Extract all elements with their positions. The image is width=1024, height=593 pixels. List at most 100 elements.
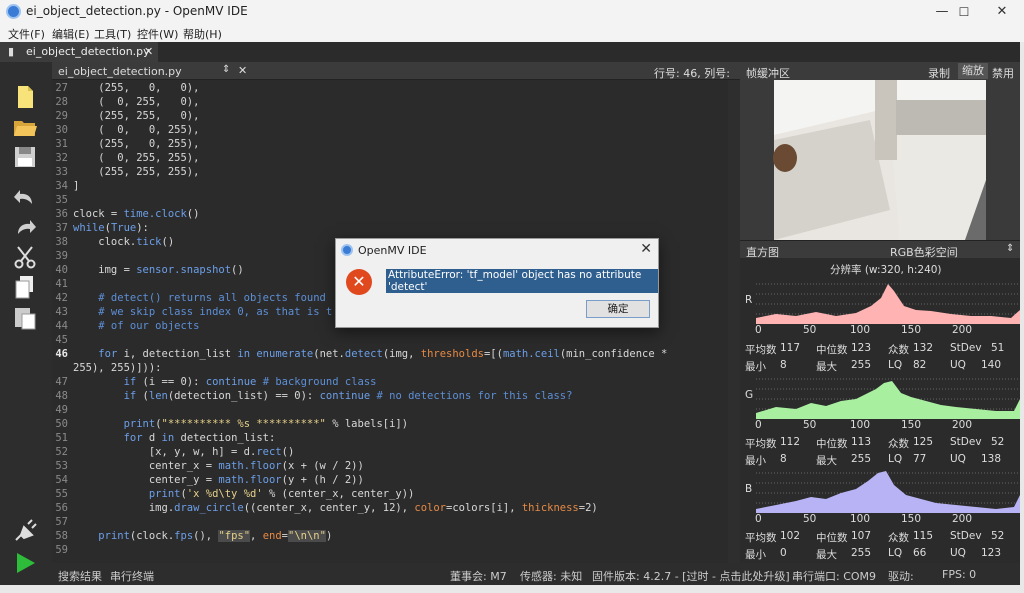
driver-label: 驱动: <box>888 570 914 583</box>
file-tab[interactable]: ▮ ei_object_detection.py ✕ <box>0 42 158 62</box>
line-number: 53 <box>55 460 68 472</box>
serial-terminal-tab[interactable]: 串行终端 <box>110 568 154 584</box>
file-dropdown-icon[interactable]: ⇕ <box>222 64 230 75</box>
close-editor-icon[interactable]: ✕ <box>238 64 247 77</box>
stat-value: 255 <box>851 359 872 371</box>
axis-tick: 200 <box>952 513 973 525</box>
menu-widgets[interactable]: 控件(W) <box>137 26 178 42</box>
stat-value: 82 <box>913 359 927 371</box>
stat-value: 140 <box>981 359 1002 371</box>
firmware-label[interactable]: 固件版本: 4.2.7 - [过时 - 点击此处升级] <box>592 568 790 584</box>
line-number: 48 <box>55 390 68 402</box>
code-line: (255, 0, 255), <box>73 138 200 150</box>
stat-value: 77 <box>913 453 927 465</box>
line-number: 49 <box>55 404 68 416</box>
stat-value: 112 <box>780 436 801 448</box>
stat-value: 113 <box>851 436 872 448</box>
menu-help[interactable]: 帮助(H) <box>183 26 222 42</box>
line-number: 47 <box>55 376 68 388</box>
menu-tools[interactable]: 工具(T) <box>94 26 131 42</box>
line-number: 50 <box>55 418 68 430</box>
stat-value: 51 <box>991 342 1005 354</box>
stat-label: 中位数 <box>816 344 848 356</box>
code-line: while(True): <box>73 222 149 234</box>
save-icon[interactable] <box>12 144 38 170</box>
code-line: ( 0, 255, 255), <box>73 152 200 164</box>
stat-label: 众数 <box>888 438 909 450</box>
axis-tick: 150 <box>901 419 922 431</box>
copy-icon[interactable] <box>12 274 38 300</box>
axis-tick: 200 <box>952 419 973 431</box>
framebuffer-header: 帧缓冲区 录制 缩放 禁用 <box>740 62 1020 80</box>
menu-edit[interactable]: 编辑(E) <box>52 26 90 42</box>
stat-label: UQ <box>950 453 966 465</box>
editor-header: ei_object_detection.py ⇕ ✕ 行号: 46, 列号: 1… <box>52 62 740 94</box>
file-tab-bar: ▮ ei_object_detection.py ✕ <box>0 42 1020 62</box>
maximize-button[interactable]: ☐ <box>944 0 984 24</box>
chevron-updown-icon[interactable]: ⇕ <box>1006 243 1014 254</box>
line-number: 32 <box>55 152 68 164</box>
code-line: (255, 0, 0), <box>73 82 200 94</box>
code-line: # we skip class index 0, as that is t <box>73 306 333 318</box>
resolution-label: 分辨率 (w:320, h:240) <box>830 264 942 276</box>
red-histogram <box>756 283 1020 324</box>
board-label: 董事会: M7 <box>450 570 507 583</box>
code-line: ] <box>73 180 80 192</box>
ok-button[interactable]: 确定 <box>586 300 650 318</box>
run-icon[interactable] <box>12 550 38 576</box>
editor-file-name[interactable]: ei_object_detection.py <box>58 65 182 78</box>
cut-icon[interactable] <box>12 244 38 270</box>
line-number: 42 <box>55 292 68 304</box>
code-line: (255, 255, 255), <box>73 166 200 178</box>
line-number: 35 <box>55 194 68 206</box>
zoom-button[interactable]: 缩放 <box>958 63 988 79</box>
stat-value: 102 <box>780 530 801 542</box>
code-line: (255, 255, 0), <box>73 110 200 122</box>
axis-tick: 150 <box>901 513 922 525</box>
code-line: print('x %d\ty %d' % (center_x, center_y… <box>148 488 415 500</box>
code-line: for d in detection_list: <box>123 432 276 444</box>
code-line: center_y = math.floor(y + (h / 2)) <box>73 474 364 486</box>
dialog-title: OpenMV IDE <box>358 244 427 257</box>
disable-button[interactable]: 禁用 <box>992 65 1014 81</box>
line-number: 54 <box>55 474 68 486</box>
redo-icon[interactable] <box>12 214 38 240</box>
code-line: print("********** %s **********" % label… <box>123 418 409 430</box>
line-number: 39 <box>55 250 68 262</box>
line-number: 38 <box>55 236 68 248</box>
camera-preview-image <box>740 80 1020 240</box>
dialog-close-icon[interactable]: ✕ <box>640 241 652 257</box>
stat-label: LQ <box>888 453 903 465</box>
connect-icon[interactable] <box>12 518 38 544</box>
green-histogram <box>756 378 1020 419</box>
editor-scrollbar[interactable] <box>728 80 740 563</box>
line-number: 59 <box>55 544 68 556</box>
open-folder-icon[interactable] <box>12 114 38 140</box>
openmv-logo-icon <box>6 4 21 19</box>
line-number-gutter: 27 28 29 30 31 32 33 34 35 36 37 38 39 40 41 42 43 44 45 46… <box>52 80 72 563</box>
status-bar: 搜索结果 串行终端 董事会: M7 传感器: 未知 固件版本: 4.2.7 - … <box>52 563 1020 585</box>
line-number: 52 <box>55 446 68 458</box>
axis-tick: 0 <box>755 324 762 336</box>
histogram-header: 直方图 RGB色彩空间 ⇕ <box>740 240 1020 259</box>
new-file-icon[interactable] <box>12 84 38 110</box>
stat-value: 117 <box>780 342 801 354</box>
search-results-tab[interactable]: 搜索结果 <box>58 568 102 584</box>
stat-label: StDev <box>950 436 982 448</box>
undo-icon[interactable] <box>12 184 38 210</box>
code-line: if (i == 0): continue # background class <box>123 376 377 388</box>
paste-icon[interactable] <box>12 304 38 330</box>
axis-tick: 0 <box>755 513 762 525</box>
fps-label: FPS: 0 <box>942 568 977 581</box>
axis-tick: 150 <box>901 324 922 336</box>
code-line: ( 0, 0, 255), <box>73 124 200 136</box>
code-line: if (len(detection_list) == 0): continue … <box>123 390 573 402</box>
close-window-button[interactable]: ✕ <box>982 0 1022 24</box>
menu-file[interactable]: 文件(F) <box>8 26 45 42</box>
file-tab-close-icon[interactable]: ✕ <box>144 45 153 58</box>
record-button[interactable]: 录制 <box>928 65 950 81</box>
stat-label: 平均数 <box>745 344 777 356</box>
stat-label: LQ <box>888 547 903 559</box>
code-line: clock = time.clock() <box>73 208 200 220</box>
code-line: center_x = math.floor(x + (w / 2)) <box>73 460 364 472</box>
